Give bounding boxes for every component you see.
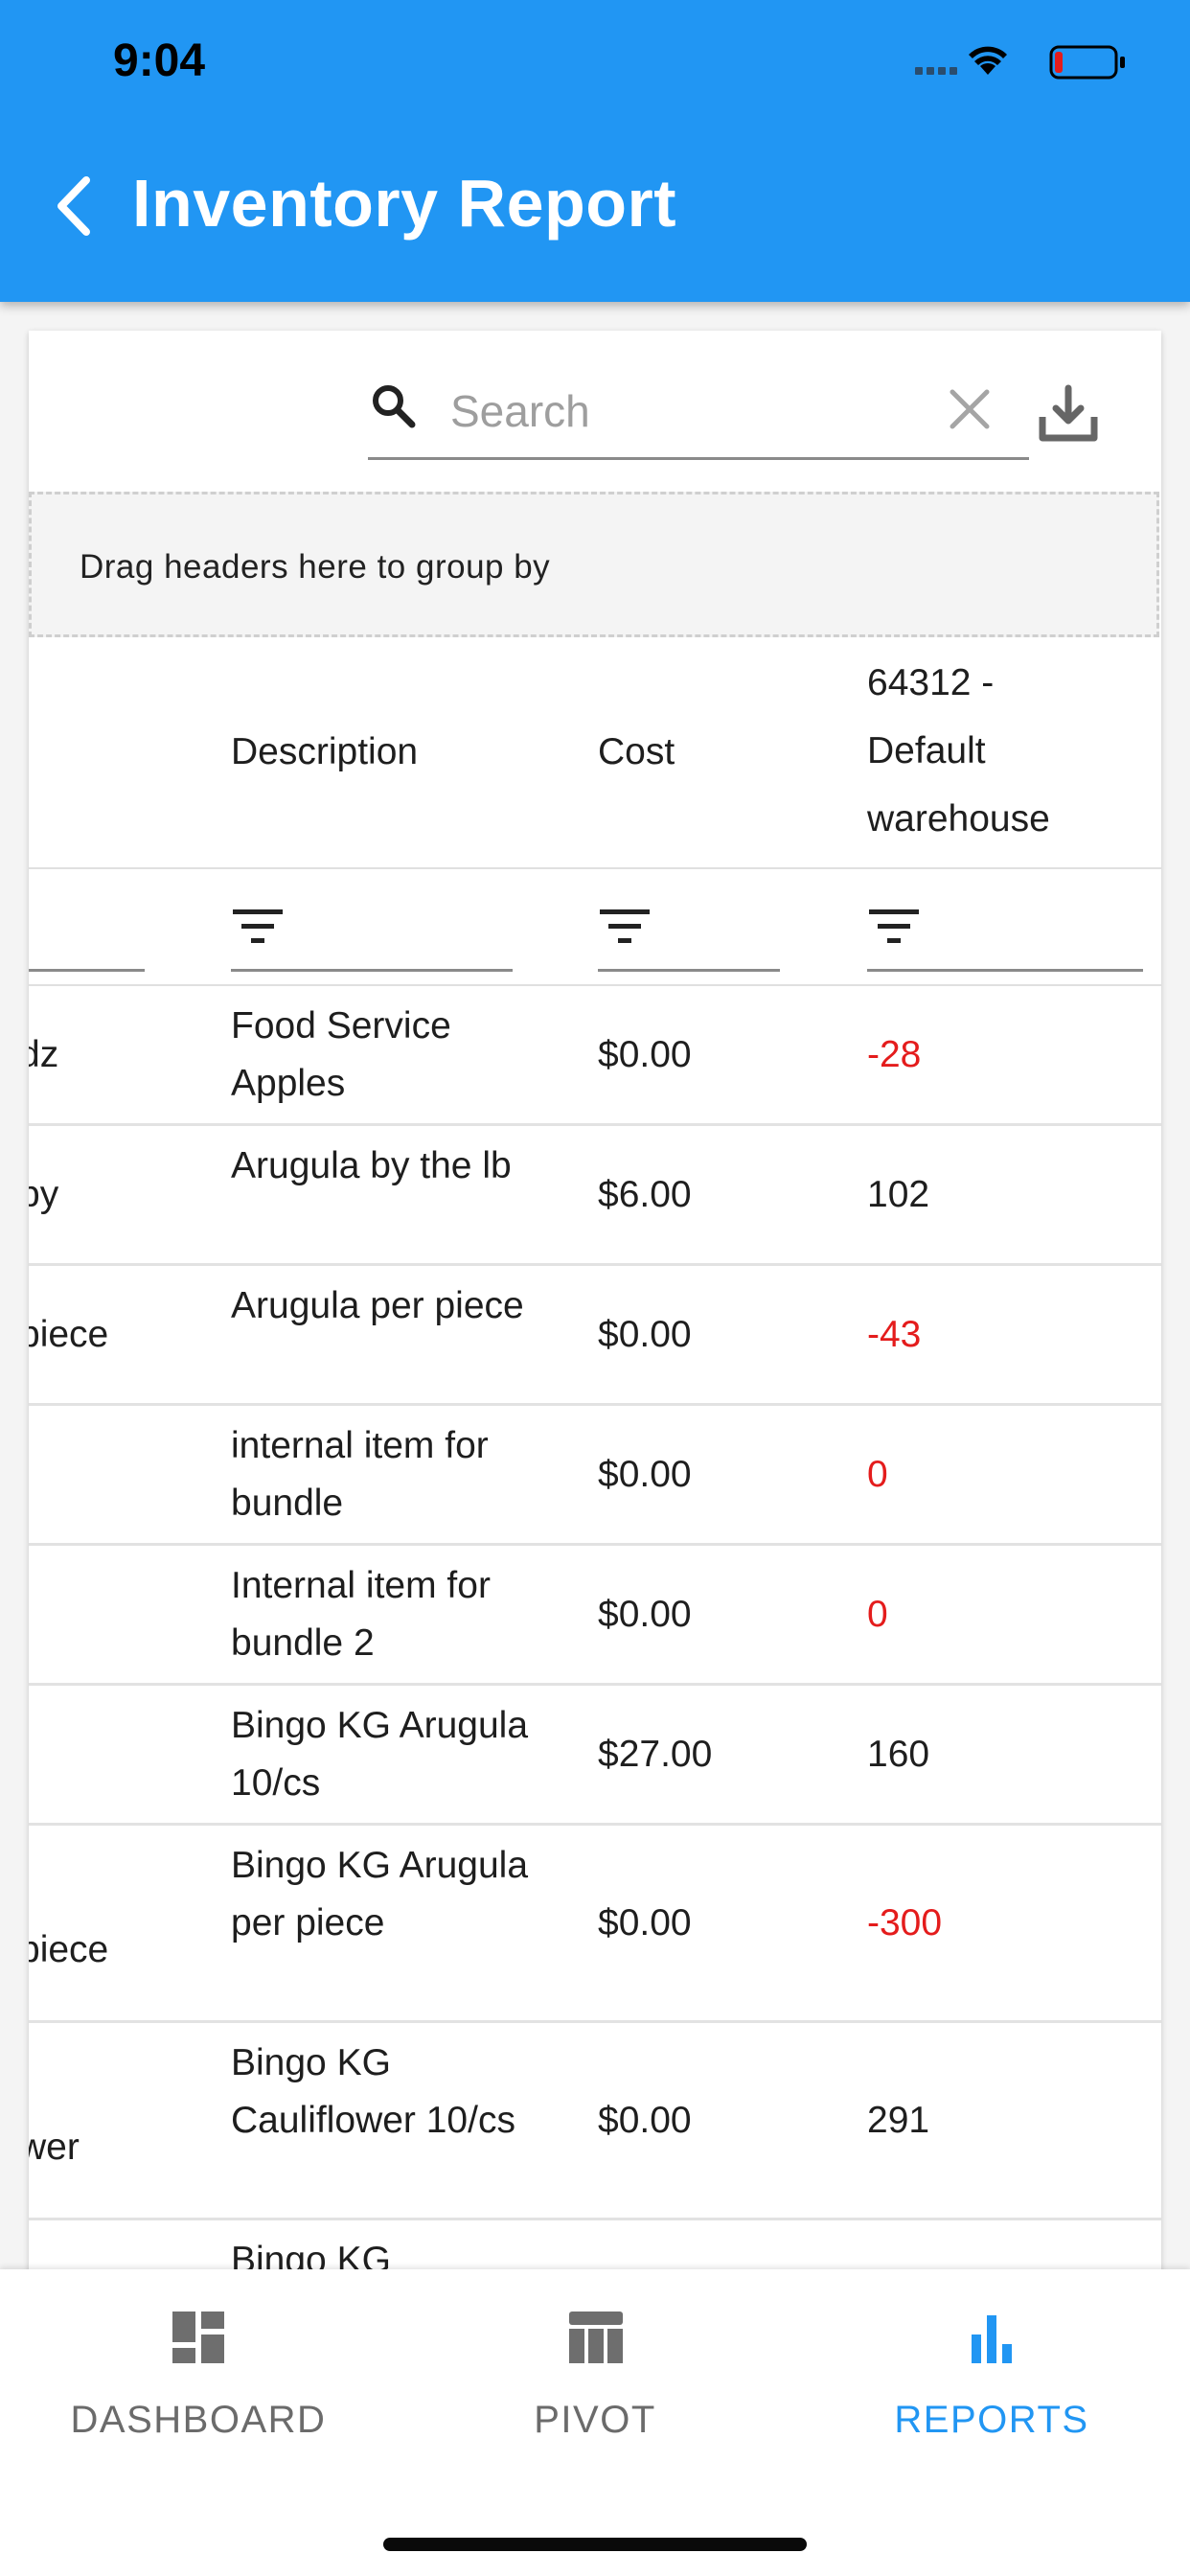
filter-icon [869, 909, 919, 943]
cell-quantity: 102 [867, 1174, 930, 1215]
filter-cell-warehouse[interactable] [867, 898, 1143, 972]
cell-cost: $6.00 [598, 1174, 692, 1215]
column-header-warehouse-line: warehouse [867, 798, 1050, 840]
cell-quantity: 0 [867, 1594, 888, 1635]
status-icons [915, 45, 1125, 80]
download-icon[interactable] [1035, 380, 1102, 448]
cell-description: Arugula by the lb [231, 1145, 512, 1186]
data-grid: Description Cost 64312 - Default warehou… [29, 637, 1161, 2415]
cell-name: piece [29, 1314, 109, 1355]
nav-label-dashboard: DASHBOARD [70, 2399, 327, 2441]
dashboard-icon [172, 2312, 224, 2363]
cell-cost: $0.00 [598, 1594, 692, 1635]
bar-chart-icon [972, 2315, 1012, 2363]
wifi-icon [969, 46, 1007, 75]
cell-description: Arugula per piece [231, 1285, 524, 1326]
cell-cost: $0.00 [598, 2100, 692, 2141]
search-icon [373, 385, 416, 428]
table-row[interactable]: dz Food Service Apples $0.00 -28 [29, 986, 1161, 1126]
column-header-warehouse-line: 64312 - [867, 662, 995, 703]
cell-quantity: 160 [867, 1734, 930, 1775]
back-button[interactable] [44, 172, 102, 240]
nav-label-pivot: PIVOT [534, 2399, 656, 2441]
cell-name: dz [29, 1034, 59, 1075]
cell-quantity: -28 [867, 1034, 922, 1075]
cell-name: wer [29, 2127, 80, 2168]
nav-tab-reports[interactable]: REPORTS [793, 2269, 1190, 2471]
cell-cost: $0.00 [598, 1454, 692, 1495]
table-row[interactable]: 2 Internal item for bundle 2 $0.00 0 [29, 1546, 1161, 1686]
table-row[interactable]: piece Arugula per piece $0.00 -43 [29, 1266, 1161, 1406]
chevron-left-icon [57, 176, 90, 236]
battery-icon [1049, 45, 1125, 80]
filter-icon [233, 909, 283, 943]
column-header-cost[interactable]: Cost [598, 731, 675, 773]
nav-label-reports: REPORTS [894, 2399, 1089, 2441]
table-row[interactable]: internal item for bundle $0.00 0 [29, 1406, 1161, 1546]
search-input[interactable] [448, 384, 903, 438]
clear-icon[interactable] [943, 382, 996, 436]
home-indicator [383, 2538, 807, 2551]
nav-tab-dashboard[interactable]: DASHBOARD [0, 2269, 397, 2471]
nav-tab-pivot[interactable]: PIVOT [397, 2269, 793, 2471]
table-row[interactable]: Bingo KG Arugula 10/cs $27.00 160 [29, 1686, 1161, 1826]
cell-description: Internal item for bundle 2 [231, 1565, 491, 1664]
filter-cell-description[interactable] [231, 898, 513, 972]
bottom-navigation: DASHBOARD PIVOT REPORTS [0, 2269, 1190, 2576]
cell-description: Bingo KG Cauliflower 10/cs [231, 2042, 515, 2141]
cell-name: piece [29, 1929, 109, 1970]
cell-quantity: 0 [867, 1454, 888, 1495]
group-by-hint: Drag headers here to group by [80, 548, 551, 586]
grid-header-row: Description Cost 64312 - Default warehou… [29, 637, 1161, 869]
column-header-warehouse[interactable]: 64312 - Default warehouse [867, 649, 1050, 853]
app-bar: 9:04 Inventory Report [0, 0, 1190, 302]
table-row[interactable]: by Arugula by the lb $6.00 102 [29, 1126, 1161, 1266]
group-by-drop-zone[interactable]: Drag headers here to group by [29, 492, 1159, 637]
table-row[interactable]: piece Bingo KG Arugula per piece $0.00 -… [29, 1826, 1161, 2023]
cell-cost: $0.00 [598, 1034, 692, 1075]
cell-description: Food Service Apples [231, 1005, 451, 1104]
grid-filter-row [29, 869, 1161, 986]
cell-quantity: -300 [867, 1902, 943, 1944]
filter-icon [600, 909, 650, 943]
table-icon [569, 2312, 623, 2363]
cell-description: internal item for bundle [231, 1425, 489, 1524]
cell-name: by [29, 1174, 59, 1215]
grid-toolbar [29, 331, 1161, 489]
report-card: Drag headers here to group by Descriptio… [29, 331, 1161, 2576]
cell-cost: $0.00 [598, 1314, 692, 1355]
filter-cell-cost[interactable] [598, 898, 780, 972]
cell-quantity: 291 [867, 2100, 930, 2141]
column-header-description[interactable]: Description [231, 731, 418, 773]
filter-cell-name[interactable] [29, 898, 145, 972]
column-header-warehouse-line: Default [867, 730, 986, 771]
cell-cost: $27.00 [598, 1734, 713, 1775]
signal-icon [915, 67, 957, 75]
search-box [368, 369, 1029, 460]
cell-quantity: -43 [867, 1314, 922, 1355]
page-title: Inventory Report [132, 166, 677, 241]
table-row[interactable]: wer Bingo KG Cauliflower 10/cs $0.00 291 [29, 2023, 1161, 2220]
cell-cost: $0.00 [598, 1902, 692, 1944]
cell-description: Bingo KG Arugula per piece [231, 1845, 529, 1944]
status-time: 9:04 [113, 35, 206, 86]
cell-description: Bingo KG Arugula 10/cs [231, 1705, 529, 1804]
